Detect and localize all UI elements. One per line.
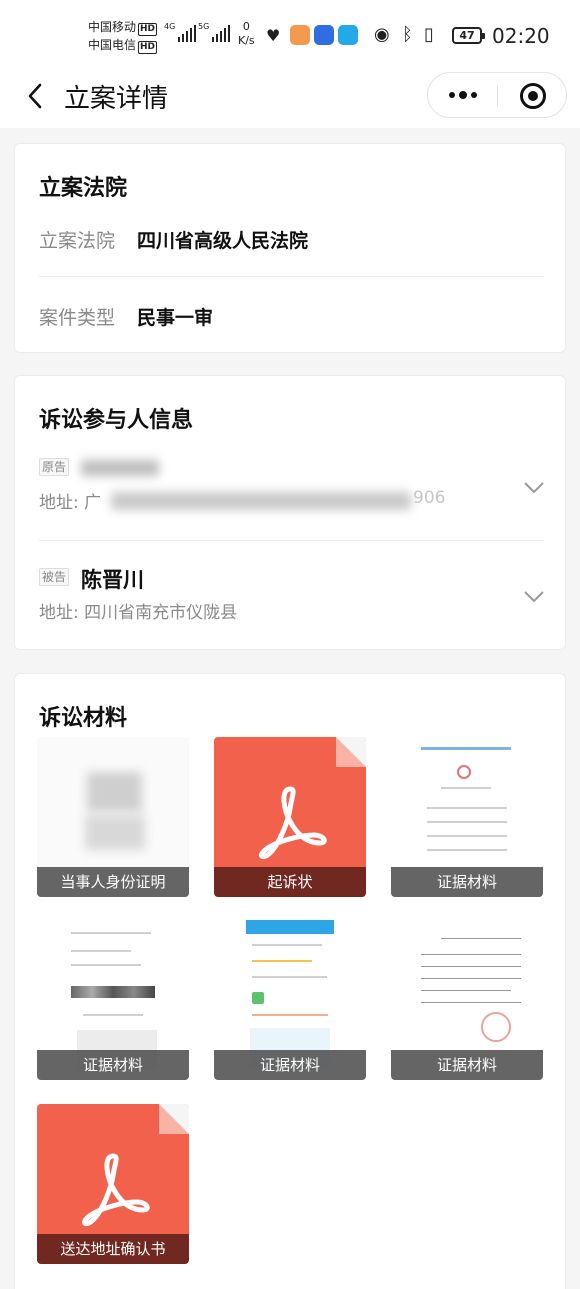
- app-notification-icon: [338, 25, 358, 45]
- case-type-label: 案件类型: [39, 307, 116, 329]
- signal-1-icon: 4G: [164, 22, 196, 42]
- eye-icon: ◉: [374, 24, 390, 45]
- court-label: 立案法院: [39, 230, 116, 252]
- court-card-title: 立案法院: [39, 176, 128, 201]
- divider: [39, 540, 544, 541]
- page-fold: [336, 737, 366, 767]
- hd-badge: HD: [138, 41, 158, 54]
- material-evidence[interactable]: 证据材料: [391, 737, 543, 897]
- status-bar: 中国移动 HD 中国电信 HD 4G 5G 0 K/s ♥ ◉ ᛒ ▯ 47 02:…: [0, 0, 580, 64]
- bluetooth-icon: ᛒ: [402, 24, 413, 45]
- back-arrow-icon[interactable]: [22, 81, 52, 111]
- pdf-icon: [82, 1153, 150, 1227]
- court-value: 四川省高级人民法院: [137, 230, 309, 252]
- material-address-confirm-pdf[interactable]: 送达地址确认书: [37, 1104, 189, 1264]
- page-fold: [159, 1104, 189, 1134]
- material-label: 当事人身份证明: [37, 867, 189, 897]
- signal-1-tag: 4G: [164, 22, 176, 31]
- material-label: 起诉状: [214, 867, 366, 897]
- capsule-divider: [497, 86, 498, 106]
- more-dot-icon: [471, 92, 477, 98]
- material-label: 送达地址确认书: [37, 1234, 189, 1264]
- material-evidence[interactable]: 证据材料: [37, 920, 189, 1080]
- net-speed-value: 0: [242, 20, 250, 33]
- pdf-icon: [259, 786, 327, 860]
- plaintiff-address-tail: 906: [413, 488, 446, 508]
- materials-card: 诉讼材料 当事人身份证明 起诉状 证据材料 证据材料 证据材料 证据材料 送达地…: [14, 673, 566, 1289]
- redacted-name: [81, 460, 159, 476]
- battery-icon: 47: [452, 27, 485, 44]
- app-notification-icon: [290, 25, 310, 45]
- materials-card-title: 诉讼材料: [39, 706, 128, 731]
- defendant-tag: 被告: [39, 568, 70, 586]
- chevron-down-icon[interactable]: [523, 590, 545, 604]
- material-label: 证据材料: [391, 1050, 543, 1080]
- carrier-1: 中国移动: [88, 20, 137, 34]
- divider: [39, 276, 544, 277]
- material-evidence[interactable]: 证据材料: [214, 920, 366, 1080]
- mini-program-capsule: [427, 72, 567, 118]
- defendant-name: 陈晋川: [81, 568, 144, 592]
- material-evidence[interactable]: 证据材料: [391, 920, 543, 1080]
- nav-bar: 立案详情: [0, 64, 580, 128]
- redacted-address: [111, 492, 411, 510]
- more-button[interactable]: [428, 73, 498, 117]
- material-complaint-pdf[interactable]: 起诉状: [214, 737, 366, 897]
- plaintiff-tag: 原告: [39, 458, 70, 476]
- material-label: 证据材料: [391, 867, 543, 897]
- signal-2-icon: 5G: [198, 22, 230, 42]
- material-id-proof[interactable]: 当事人身份证明: [37, 737, 189, 897]
- page-title: 立案详情: [64, 84, 169, 114]
- app-notification-icon: [314, 25, 334, 45]
- parties-card: 诉讼参与人信息 原告 地址: 广 906 被告 陈晋川 地址: 四川省南充市仪陇…: [14, 375, 566, 650]
- chevron-down-icon[interactable]: [523, 481, 545, 495]
- clock: 02:20: [492, 24, 550, 48]
- parties-card-title: 诉讼参与人信息: [39, 408, 194, 433]
- court-card: 立案法院 立案法院 四川省高级人民法院 案件类型 民事一审: [14, 143, 566, 353]
- plaintiff-address: 地址: 广: [39, 493, 102, 513]
- network-speed: 0 K/s: [238, 20, 255, 48]
- vibrate-icon: ▯: [424, 24, 434, 45]
- material-label: 证据材料: [214, 1050, 366, 1080]
- carrier-2: 中国电信: [88, 38, 137, 52]
- case-type-value: 民事一审: [137, 307, 214, 329]
- hd-badge: HD: [138, 23, 158, 36]
- more-dot-icon: [449, 92, 455, 98]
- more-dot-icon: [459, 91, 467, 99]
- health-icon: ♥: [266, 26, 281, 45]
- signal-2-tag: 5G: [198, 22, 210, 31]
- net-speed-unit: K/s: [238, 34, 255, 47]
- carrier-info: 中国移动 HD 中国电信 HD: [88, 18, 158, 54]
- material-label: 证据材料: [37, 1050, 189, 1080]
- defendant-address: 地址: 四川省南充市仪陇县: [39, 603, 238, 623]
- close-miniprogram-icon[interactable]: [520, 83, 546, 109]
